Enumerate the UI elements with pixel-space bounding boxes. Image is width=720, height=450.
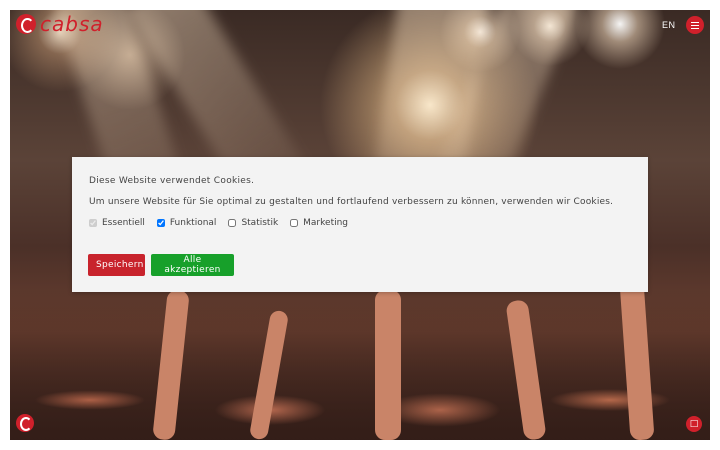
option-label: Funktional: [169, 218, 217, 228]
cookie-option-marketing[interactable]: Marketing: [290, 218, 348, 228]
feedback-icon[interactable]: □: [686, 416, 702, 432]
cookie-options: Essentiell Funktional Statistik Marketin…: [89, 218, 348, 228]
save-button[interactable]: Speichern: [88, 254, 145, 276]
hamburger-icon: [691, 27, 699, 29]
cookie-description: Um unsere Website für Sie optimal zu ges…: [89, 197, 614, 207]
cookie-buttons: Speichern Alle akzeptieren: [88, 254, 234, 276]
raised-arm: [505, 299, 547, 440]
checkbox-funktional[interactable]: [156, 219, 165, 227]
cookie-option-funktional[interactable]: Funktional: [156, 218, 217, 228]
logo-text: cabsa: [40, 12, 104, 36]
cookie-banner: Diese Website verwendet Cookies. Um unse…: [72, 157, 648, 292]
checkbox-marketing[interactable]: [290, 219, 299, 227]
option-label: Marketing: [303, 218, 349, 228]
checkbox-essentiell[interactable]: [89, 219, 97, 227]
hamburger-icon: [691, 24, 699, 26]
option-label: Essentiell: [102, 218, 145, 228]
crowd-silhouette: [10, 279, 710, 440]
cookie-option-essentiell[interactable]: Essentiell: [89, 218, 145, 228]
accept-all-button[interactable]: Alle akzeptieren: [151, 254, 234, 276]
hamburger-icon: [691, 21, 699, 23]
checkbox-statistik[interactable]: [228, 219, 237, 227]
cookie-option-statistik[interactable]: Statistik: [228, 218, 278, 228]
cabsa-logo-icon[interactable]: [16, 414, 34, 432]
option-label: Statistik: [241, 218, 279, 228]
cabsa-logo-icon: [16, 14, 36, 34]
raised-arm: [152, 289, 190, 440]
language-switcher[interactable]: EN: [662, 20, 676, 30]
raised-arm: [375, 290, 401, 440]
menu-button[interactable]: [686, 16, 704, 34]
cookie-title: Diese Website verwendet Cookies.: [89, 176, 255, 186]
raised-arm: [248, 309, 290, 440]
site-logo[interactable]: cabsa: [16, 14, 104, 34]
raised-arm: [619, 279, 655, 440]
